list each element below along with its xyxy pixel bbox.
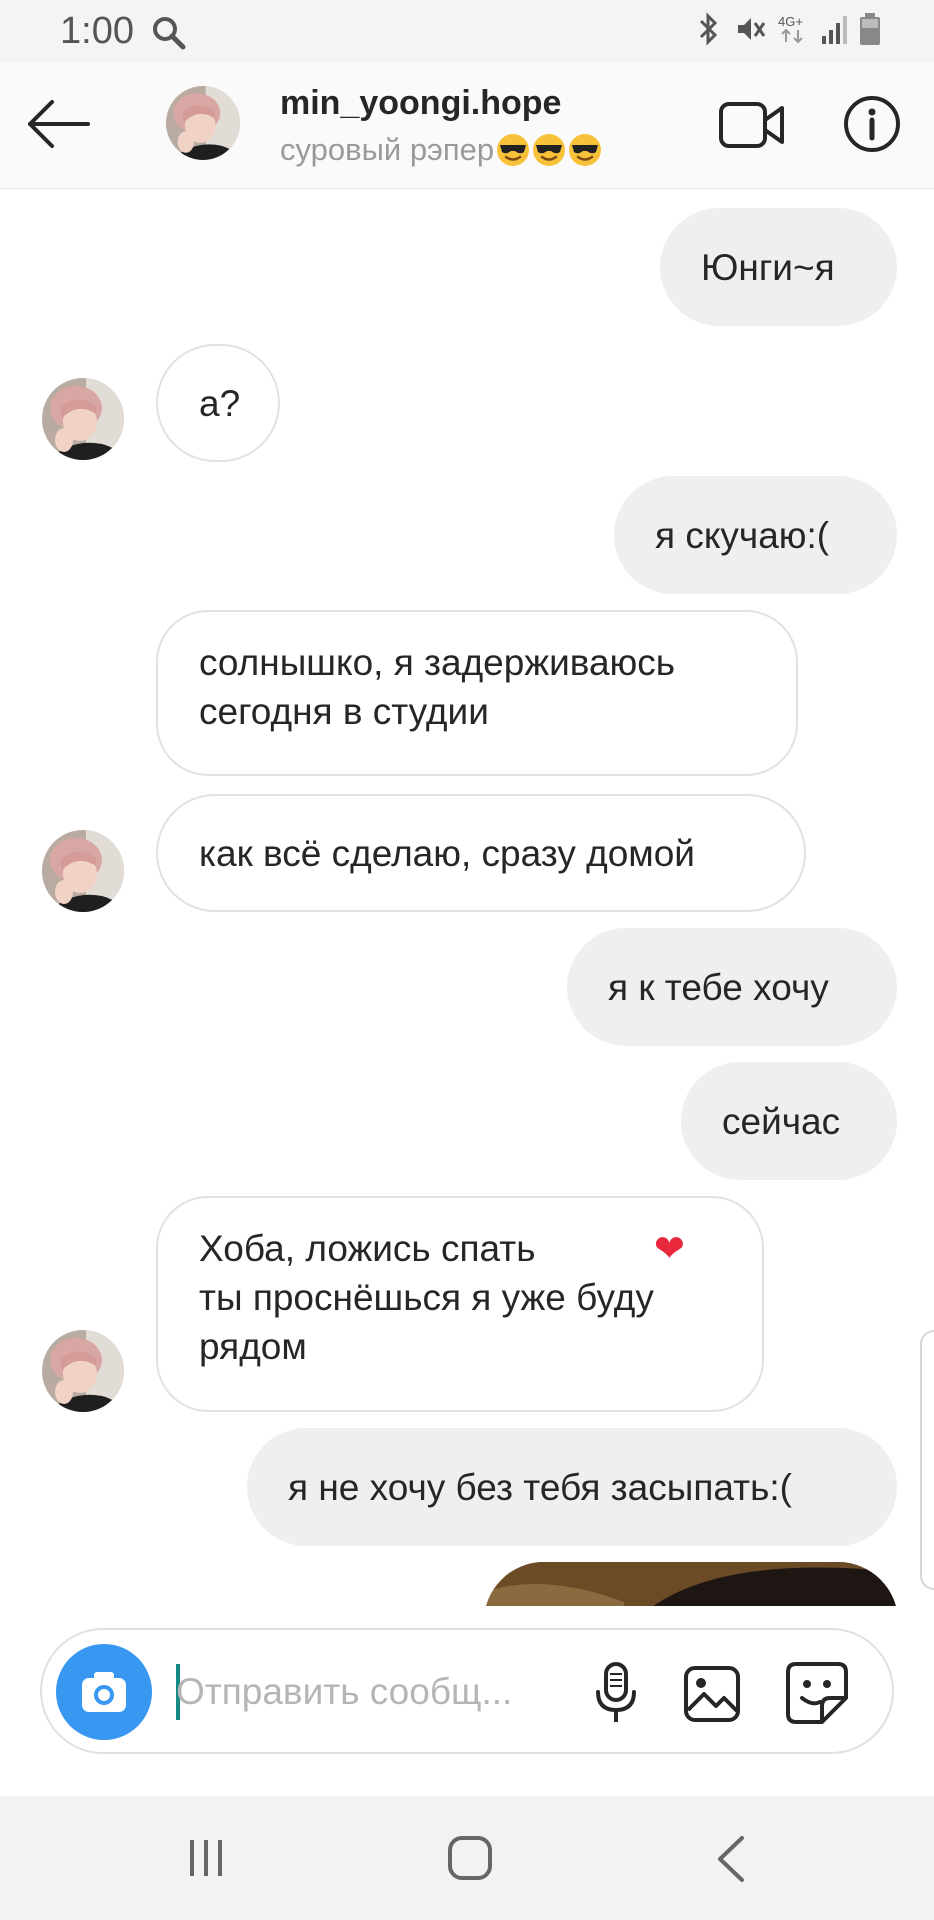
message-incoming[interactable]: Хоба, ложись спать ты проснёшься я уже б… [156,1196,764,1412]
avatar-photo [42,378,124,460]
message-incoming[interactable]: солнышко, я задерживаюсь сегодня в студи… [156,610,798,776]
camera-button[interactable] [56,1644,152,1740]
shared-photo-message[interactable] [484,1562,898,1606]
mute-icon [738,18,766,40]
sender-avatar[interactable] [42,830,124,912]
camera-icon [82,1672,126,1712]
photo-thumbnail [484,1562,898,1606]
system-nav-bar [0,1796,934,1920]
network-4g-icon: 4G+ [778,14,803,44]
svg-text:4G+: 4G+ [778,14,803,29]
back-arrow-icon[interactable] [24,96,92,152]
heart-emoji-icon: ❤ [653,1228,685,1269]
search-icon [153,17,186,50]
message-incoming[interactable]: а? [156,344,280,462]
home-icon[interactable] [446,1834,494,1882]
status-bar: 1:00 4G+ [0,0,934,62]
message-outgoing[interactable]: я к тебе хочу [567,928,897,1046]
status-time: 1:00 [60,10,134,52]
message-input[interactable] [176,1660,596,1724]
microphone-icon[interactable] [586,1660,646,1726]
sunglasses-emoji-icon [569,134,602,166]
sender-avatar[interactable] [42,1330,124,1412]
recent-apps-icon[interactable] [186,1836,226,1880]
chat-status-text: суровый рэпер [280,132,495,167]
chat-status-line: суровый рэпер [280,132,602,168]
message-composer [40,1628,894,1754]
sticker-icon[interactable] [784,1660,850,1726]
message-outgoing[interactable]: я не хочу без тебя засыпать:( [247,1428,897,1546]
message-incoming[interactable]: как всё сделаю, сразу домой [156,794,806,912]
chat-username[interactable]: min_yoongi.hope [280,84,561,123]
message-outgoing[interactable]: Юнги~я [660,208,897,326]
sunglasses-emoji-icon [533,134,566,166]
message-outgoing[interactable]: сейчас [681,1062,897,1180]
signal-icon [822,16,847,44]
info-icon[interactable] [842,94,902,154]
gallery-icon[interactable] [682,1664,742,1724]
nav-back-icon[interactable] [714,1834,748,1884]
scroll-handle[interactable] [920,1330,934,1590]
avatar-photo [166,86,240,160]
sunglasses-emoji-icon [497,134,530,166]
battery-icon [860,13,880,45]
avatar-photo [42,830,124,912]
message-outgoing[interactable]: я скучаю:( [614,476,897,594]
header-avatar[interactable] [166,86,240,160]
bluetooth-icon [699,12,718,46]
sender-avatar[interactable] [42,378,124,460]
video-call-icon[interactable] [718,98,786,152]
message-list[interactable]: Юнги~я а? я скучаю:( солнышко, я задержи… [0,188,934,1606]
avatar-photo [42,1330,124,1412]
chat-header: min_yoongi.hope суровый рэпер [0,62,934,189]
